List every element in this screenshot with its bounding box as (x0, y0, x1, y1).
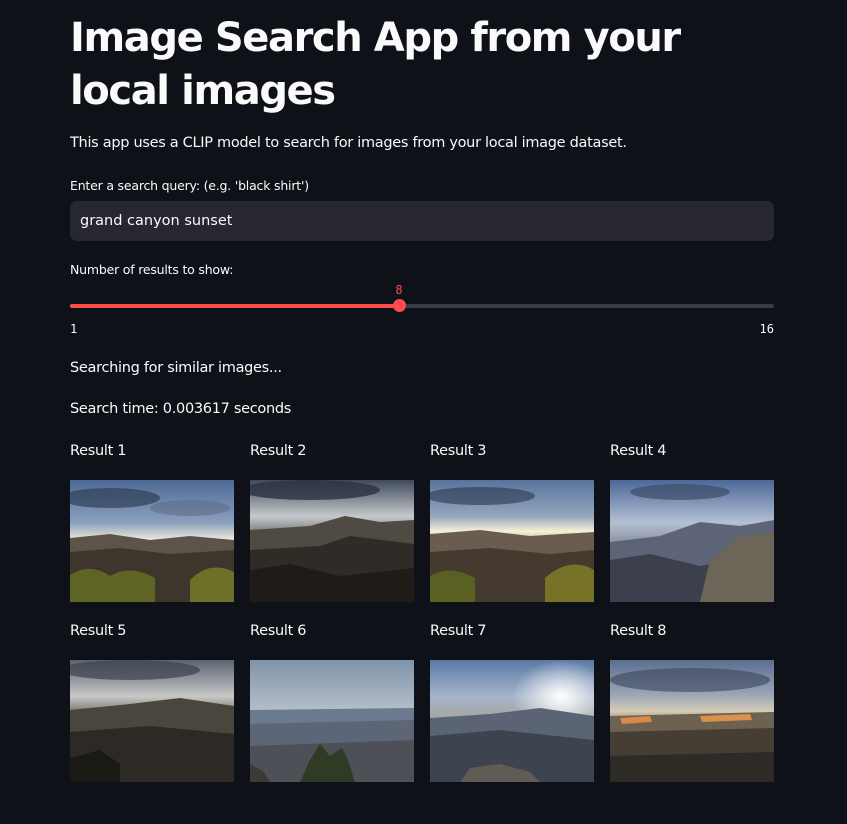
result-label: Result 7 (430, 623, 487, 639)
result-label: Result 3 (430, 443, 487, 459)
slider-current-value: 8 (395, 283, 403, 297)
slider-min-value: 1 (70, 322, 78, 336)
result-label: Result 5 (70, 623, 127, 639)
result-image[interactable] (250, 480, 414, 602)
slider-fill (70, 304, 399, 308)
results-count-slider[interactable]: 8 1 16 (70, 282, 774, 336)
result-label: Result 6 (250, 623, 307, 639)
result-image[interactable] (610, 480, 774, 602)
page-title: Image Search App from your local images (70, 15, 681, 114)
main-container: Image Search App from your local images … (70, 0, 774, 782)
slider-track[interactable] (70, 304, 774, 308)
search-query-input[interactable] (70, 201, 774, 241)
result-label: Result 2 (250, 443, 307, 459)
search-time: Search time: 0.003617 seconds (70, 401, 292, 417)
search-query-label: Enter a search query: (e.g. 'black shirt… (70, 178, 309, 193)
searching-status: Searching for similar images... (70, 360, 282, 376)
results-count-label: Number of results to show: (70, 262, 234, 277)
result-image[interactable] (610, 660, 774, 782)
result-image[interactable] (70, 480, 234, 602)
app-description: This app uses a CLIP model to search for… (70, 135, 627, 151)
result-image[interactable] (250, 660, 414, 782)
result-label: Result 4 (610, 443, 667, 459)
result-image[interactable] (430, 480, 594, 602)
result-image[interactable] (430, 660, 594, 782)
slider-max-value: 16 (759, 322, 774, 336)
slider-thumb[interactable] (393, 299, 406, 312)
result-image[interactable] (70, 660, 234, 782)
result-label: Result 8 (610, 623, 667, 639)
result-label: Result 1 (70, 443, 127, 459)
